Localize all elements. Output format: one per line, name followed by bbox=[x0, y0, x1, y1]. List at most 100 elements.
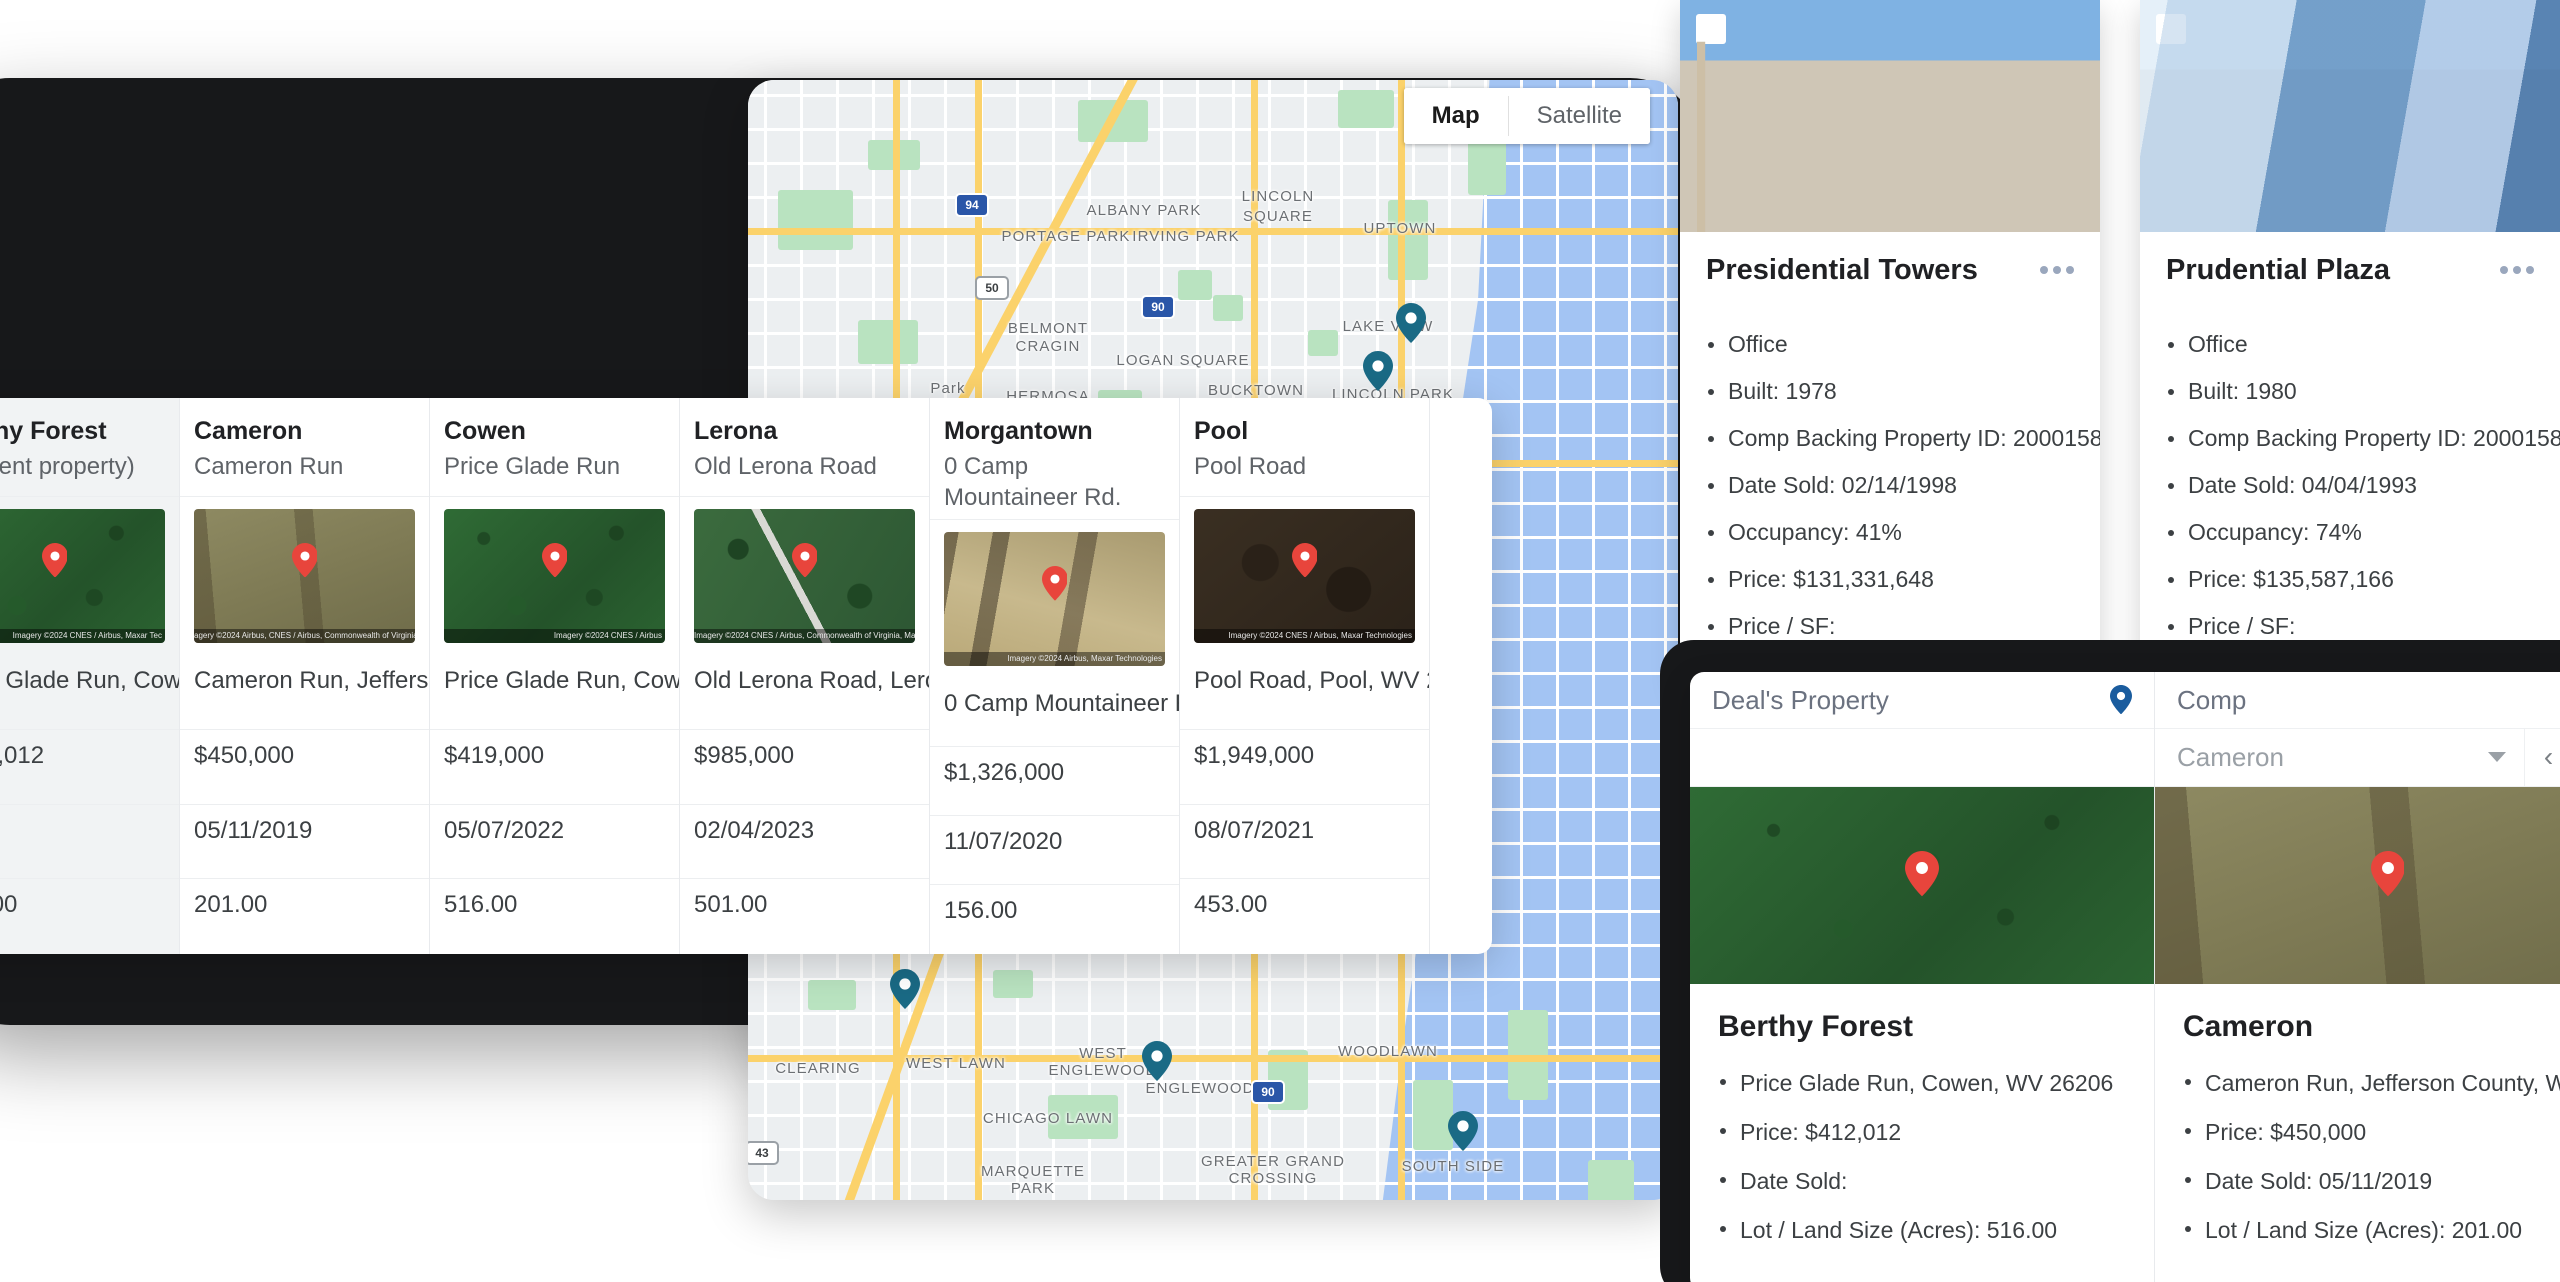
detail-item: Price: $412,012 bbox=[1718, 1119, 2126, 1146]
comparison-column[interactable]: Pool Pool Road Imagery ©2024 CNES / Airb… bbox=[1180, 398, 1430, 954]
map-property-pin[interactable] bbox=[890, 968, 920, 1010]
cell-acres: 201.00 bbox=[194, 891, 268, 919]
screenshot-root: ALBANY PARK LINCOLN SQUARE UPTOWN PORTAGE PA… bbox=[0, 0, 2560, 1282]
map-place-label: CRAGIN bbox=[1015, 338, 1081, 355]
map-park-area bbox=[858, 320, 918, 364]
cell-date-sold: 02/04/2023 bbox=[680, 805, 929, 880]
column-header: Cowen Price Glade Run bbox=[430, 398, 679, 497]
cell-price: $412,012 bbox=[0, 730, 179, 805]
map-street bbox=[748, 196, 1678, 199]
map-type-toggle[interactable]: Map Satellite bbox=[1403, 88, 1650, 144]
comp-select-dropdown[interactable]: Cameron bbox=[2155, 742, 2524, 773]
more-options-icon[interactable] bbox=[2500, 254, 2534, 274]
map-marker-icon bbox=[1905, 851, 1939, 897]
comparison-table[interactable]: Berthy Forest (Current property) Imagery… bbox=[0, 398, 1492, 954]
map-street bbox=[748, 1148, 1678, 1151]
comparison-column[interactable]: Lerona Old Lerona Road Imagery ©2024 CNE… bbox=[680, 398, 930, 954]
property-card-header: Prudential Plaza bbox=[2166, 254, 2534, 287]
cell-address: Pool Road, Pool, WV 2( bbox=[1180, 655, 1429, 730]
property-name: Prudential Plaza bbox=[2166, 254, 2391, 286]
property-name: Presidential Towers bbox=[1706, 254, 1978, 286]
previous-comp-button[interactable]: ‹ bbox=[2524, 729, 2560, 786]
select-checkbox[interactable] bbox=[1696, 14, 1726, 44]
comp-selected-value: Cameron bbox=[2177, 741, 2284, 772]
map-property-pin[interactable] bbox=[1363, 350, 1393, 392]
cell-address: Cameron Run, Jeffersc bbox=[180, 655, 429, 730]
column-subtitle: 0 Camp Mountaineer Rd. bbox=[944, 453, 1122, 511]
map-marker-icon bbox=[41, 542, 68, 578]
map-park-area bbox=[1388, 200, 1428, 280]
property-thumbnail[interactable]: Imagery ©2024 Airbus, Maxar Technologies bbox=[944, 532, 1165, 666]
comparison-column[interactable]: Cowen Price Glade Run Imagery ©2024 CNES… bbox=[430, 398, 680, 954]
column-thumbnail-wrap: Imagery ©2024 CNES / Airbus, Commonwealt… bbox=[680, 497, 929, 655]
cell-acres: 156.00 bbox=[944, 897, 1018, 925]
map-park-area bbox=[778, 190, 853, 250]
map-marker-icon bbox=[2370, 851, 2405, 897]
map-view-button[interactable]: Map bbox=[1403, 88, 1508, 144]
cell-address: Price Glade Run, Cowe bbox=[430, 655, 679, 730]
column-subtitle: Price Glade Run bbox=[444, 453, 621, 481]
more-options-icon[interactable] bbox=[2040, 254, 2074, 274]
column-title: Cowen bbox=[444, 417, 526, 445]
detail-item: Date Sold: 05/11/2019 bbox=[2183, 1168, 2560, 1195]
property-thumbnail[interactable]: agery ©2024 Airbus, CNES / Airbus, Commo… bbox=[194, 508, 415, 643]
cell-price: $1,949,000 bbox=[1180, 730, 1429, 805]
map-place-label: SOUTH SIDE bbox=[1401, 1158, 1505, 1175]
imagery-attribution: Imagery ©2024 CNES / Airbus, Maxar Techn… bbox=[1194, 628, 1415, 643]
column-title: Berthy Forest bbox=[0, 417, 107, 445]
select-checkbox[interactable] bbox=[2156, 14, 2186, 44]
cell-address: Price Glade Run, Cowe bbox=[0, 655, 179, 730]
comparison-column[interactable]: Morgantown 0 Camp Mountaineer Rd. Imager… bbox=[930, 398, 1180, 954]
map-property-pin[interactable] bbox=[1396, 302, 1426, 344]
column-subtitle: (Current property) bbox=[0, 453, 135, 481]
property-card[interactable]: Presidential Towers Office Built: 1978 Com… bbox=[1680, 0, 2100, 688]
property-thumbnail[interactable]: Imagery ©2024 CNES / Airbus bbox=[444, 508, 665, 643]
map-property-pin[interactable] bbox=[1448, 1110, 1478, 1152]
deal-property-column: Deal's Property Berthy Forest Price Glad… bbox=[1690, 672, 2155, 1282]
detail-item: Lot / Land Size (Acres): 516.00 bbox=[1718, 1217, 2126, 1244]
column-subtitle: Pool Road bbox=[1194, 453, 1307, 481]
compare-panel[interactable]: Deal's Property Berthy Forest Price Glad… bbox=[1690, 672, 2560, 1282]
map-place-label: PORTAGE PARK bbox=[1001, 228, 1131, 245]
column-title: Pool bbox=[1194, 417, 1249, 445]
map-place-label: ENGLEWOOD bbox=[1145, 1080, 1255, 1097]
detail-item: Price: $450,000 bbox=[2183, 1119, 2560, 1146]
map-place-label: LINCOLN bbox=[1241, 188, 1315, 205]
map-property-pin[interactable] bbox=[1142, 1040, 1172, 1082]
map-place-label: PARK bbox=[1010, 1180, 1056, 1197]
deal-property-header-label: Deal's Property bbox=[1712, 684, 1889, 715]
deal-property-thumbnail[interactable] bbox=[1690, 786, 2154, 985]
deal-property-title: Berthy Forest bbox=[1718, 1010, 1914, 1044]
column-thumbnail-wrap: Imagery ©2024 CNES / Airbus bbox=[430, 497, 679, 655]
map-street bbox=[748, 978, 1678, 981]
property-card-body: Prudential Plaza Office Built: 1980 Comp B… bbox=[2140, 232, 2560, 688]
map-street bbox=[1628, 80, 1631, 1200]
comp-thumbnail[interactable] bbox=[2155, 786, 2560, 985]
detail-item: Date Sold: bbox=[1718, 1168, 2126, 1195]
property-detail-item: Comp Backing Property ID: 20001584 bbox=[2166, 427, 2560, 450]
property-thumbnail[interactable]: Imagery ©2024 CNES / Airbus, Commonwealt… bbox=[694, 508, 915, 643]
map-highway bbox=[748, 1055, 1678, 1062]
satellite-view-button[interactable]: Satellite bbox=[1508, 88, 1650, 144]
comp-selector-bar[interactable]: Cameron ‹ › bbox=[2155, 729, 2560, 787]
detail-item: Price Glade Run, Cowen, WV 26206 bbox=[1718, 1070, 2126, 1097]
property-card[interactable]: Prudential Plaza Office Built: 1980 Comp B… bbox=[2140, 0, 2560, 688]
comparison-column[interactable]: Cameron Cameron Run agery ©2024 Airbus, … bbox=[180, 398, 430, 954]
map-marker-icon bbox=[1041, 565, 1068, 601]
cell-date-sold: 05/11/2019 bbox=[180, 805, 429, 880]
map-park-area bbox=[1213, 295, 1243, 321]
property-detail-list: Office Built: 1978 Comp Backing Property I… bbox=[1706, 333, 2100, 638]
map-street bbox=[748, 1114, 1678, 1117]
map-street bbox=[1592, 80, 1595, 1200]
comp-header-label: Comp bbox=[2177, 684, 2247, 715]
map-park-area bbox=[1338, 90, 1394, 128]
property-thumbnail[interactable]: Imagery ©2024 CNES / Airbus, Maxar Tec bbox=[0, 508, 165, 643]
cell-acres: 501.00 bbox=[694, 891, 768, 919]
property-thumbnail[interactable]: Imagery ©2024 CNES / Airbus, Maxar Techn… bbox=[1194, 508, 1415, 643]
property-detail-item: Built: 1978 bbox=[1706, 380, 2074, 403]
deal-property-details: Price Glade Run, Cowen, WV 26206 Price: $… bbox=[1718, 1070, 2126, 1244]
comparison-column[interactable]: Berthy Forest (Current property) Imagery… bbox=[0, 398, 180, 954]
property-detail-item: Date Sold: 02/14/1998 bbox=[1706, 474, 2074, 497]
imagery-attribution: Imagery ©2024 CNES / Airbus, Maxar Tec bbox=[0, 628, 165, 643]
property-detail-item: Price: $131,331,648 bbox=[1706, 568, 2074, 591]
